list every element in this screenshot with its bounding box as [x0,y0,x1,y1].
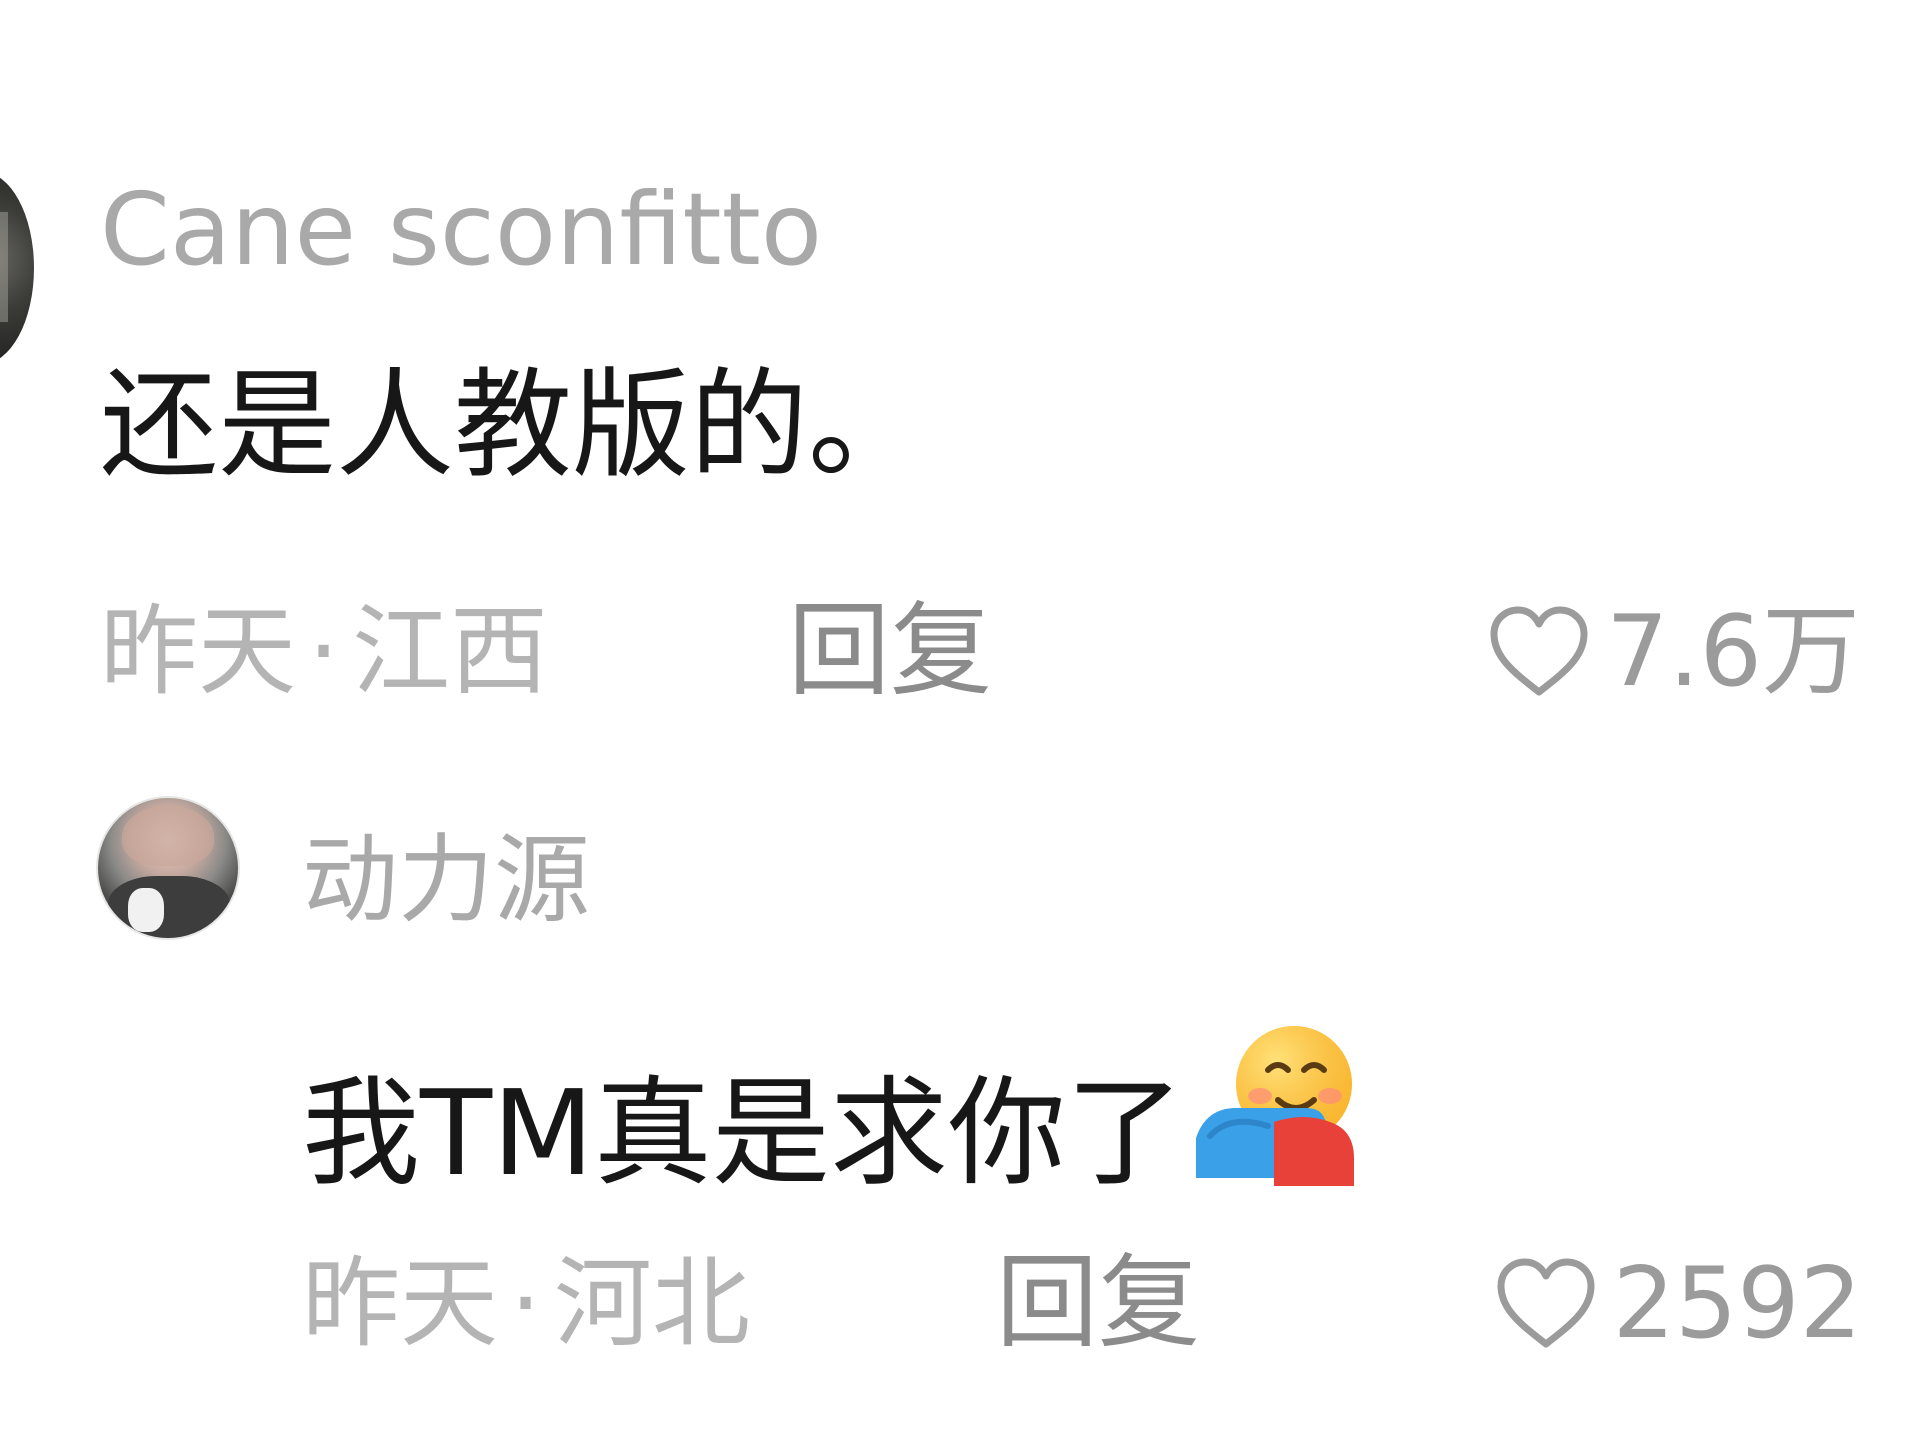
heart-icon [1497,1258,1595,1348]
comment-text: 还是人教版的。 [100,356,927,494]
comment-meta: 昨天 · 江西 回复 7.6万 [100,592,1860,712]
reply-location: 河北 [554,1247,751,1361]
reply-button[interactable]: 回复 [996,1244,1200,1364]
reply-text-line: 我TM真是求你了 [302,1018,1360,1203]
replier-avatar[interactable] [96,796,240,940]
avatar-detail [128,888,164,932]
comment-thread: Cane sconfitto 还是人教版的。 昨天 · 江西 回复 7.6万 动… [0,0,1920,1440]
reply-text: 我TM真是求你了 [302,1064,1184,1202]
comment-location: 江西 [352,595,549,709]
reply-button[interactable]: 回复 [788,592,992,712]
meta-separator: · [510,1247,542,1361]
like-button[interactable]: 7.6万 [1486,592,1860,712]
heart-icon [1490,606,1588,696]
like-count: 7.6万 [1606,595,1860,709]
reply-author[interactable]: 动力源 [302,822,590,938]
reply-time: 昨天 [302,1247,499,1361]
avatar-image [0,212,8,322]
like-count: 2592 [1612,1247,1862,1361]
avatar-figure [108,876,230,938]
like-button[interactable]: 2592 [1493,1244,1862,1364]
commenter-avatar[interactable] [0,172,34,364]
reply-meta: 昨天 · 河北 回复 2592 [302,1244,1862,1364]
hugging-face-icon [1195,1026,1354,1186]
meta-separator: · [308,595,340,709]
comment-author[interactable]: Cane sconfitto [100,170,822,290]
avatar-image [122,806,214,866]
comment-time: 昨天 [100,595,297,709]
